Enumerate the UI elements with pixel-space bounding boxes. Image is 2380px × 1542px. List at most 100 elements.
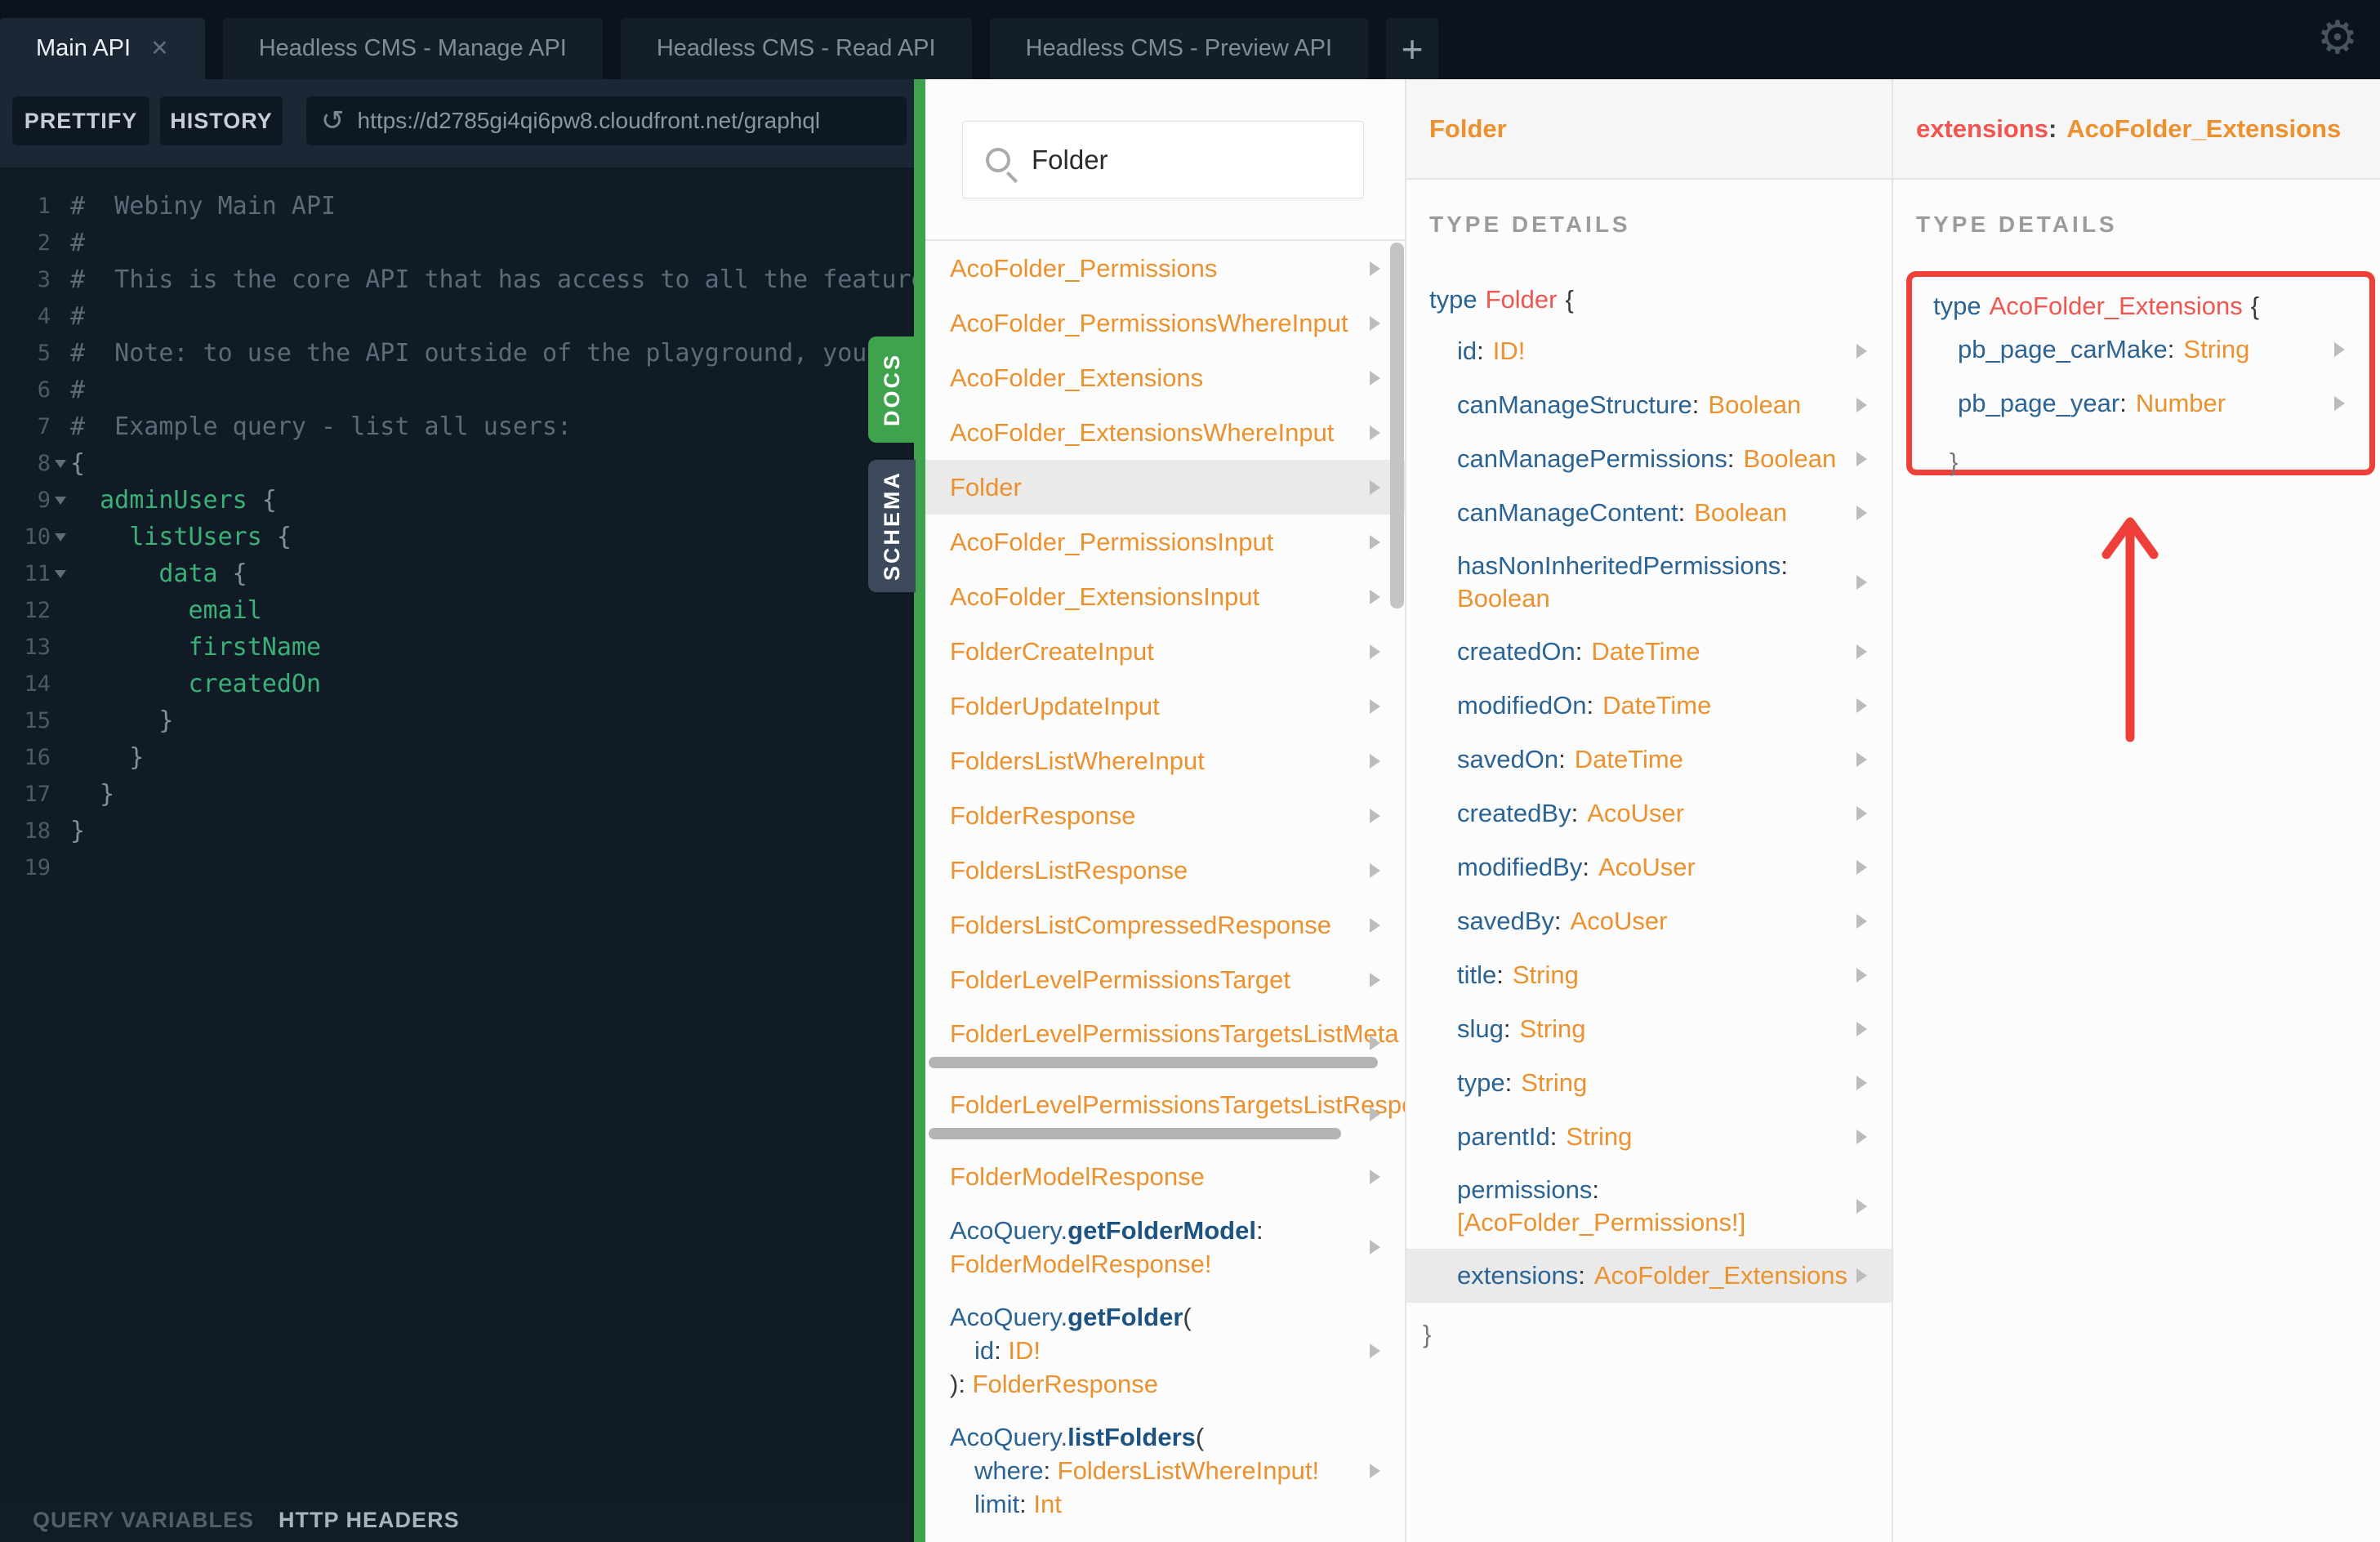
field-row[interactable]: createdBy: AcoUser: [1406, 787, 1892, 840]
bottom-bar: QUERY VARIABLES HTTP HEADERS: [0, 1499, 914, 1542]
caret-down-icon: [55, 496, 66, 505]
code-token: (: [1195, 1423, 1205, 1451]
field-row[interactable]: pb_page_carMake: String: [1912, 323, 2369, 377]
query-variables-tab[interactable]: QUERY VARIABLES: [33, 1508, 254, 1533]
close-icon[interactable]: ✕: [150, 38, 169, 60]
doc-list-item[interactable]: FoldersListResponse: [925, 843, 1405, 898]
doc-list-item[interactable]: AcoFolder_PermissionsWhereInput: [925, 296, 1405, 350]
field-row[interactable]: modifiedOn: DateTime: [1406, 679, 1892, 733]
field-row[interactable]: modifiedBy: AcoUser: [1406, 840, 1892, 894]
tab-headless-cms-read-api[interactable]: Headless CMS - Read API: [620, 18, 972, 79]
query-editor[interactable]: 1 # Webiny Main API 2 #3 # This is the core …: [0, 167, 914, 1499]
doc-list-item[interactable]: AcoQuery.getFolder(id: ID!): FolderRespo…: [925, 1290, 1405, 1411]
field-colon: :: [1727, 444, 1735, 473]
doc-list-item[interactable]: AcoFolder_ExtensionsWhereInput: [925, 405, 1405, 460]
field-row[interactable]: canManageStructure: Boolean: [1406, 378, 1892, 432]
code-token: FolderResponse: [950, 800, 1136, 830]
fold-caret-icon[interactable]: [51, 533, 70, 541]
field-row[interactable]: extensions: AcoFolder_Extensions: [1406, 1249, 1892, 1303]
field-row[interactable]: slug: String: [1406, 1002, 1892, 1056]
code-token: FoldersListWhereInput!: [1057, 1456, 1320, 1485]
gear-icon[interactable]: ⚙: [2311, 11, 2364, 64]
chevron-right-icon: [1370, 753, 1380, 769]
field-row[interactable]: hasNonInheritedPermissions: Boolean: [1406, 540, 1892, 625]
doc-list-item[interactable]: Folder: [925, 460, 1405, 515]
field-row[interactable]: canManagePermissions: Boolean: [1406, 432, 1892, 486]
chevron-right-icon: [1370, 589, 1380, 604]
code-text: # Webiny Main API: [70, 192, 336, 221]
http-headers-tab[interactable]: HTTP HEADERS: [279, 1508, 460, 1533]
chevron-right-icon: [1856, 914, 1867, 929]
fold-caret-icon[interactable]: [51, 569, 70, 578]
chevron-right-icon: [1856, 644, 1867, 659]
tab-headless-cms-preview-api[interactable]: Headless CMS - Preview API: [989, 18, 1369, 79]
field-row[interactable]: savedOn: DateTime: [1406, 733, 1892, 787]
type-details-label: TYPE DETAILS: [1916, 212, 2118, 237]
doc-list-item[interactable]: FolderLevelPermissionsTarget: [925, 952, 1405, 1007]
horizontal-scrollbar[interactable]: [929, 1057, 1378, 1068]
pane-divider[interactable]: [914, 79, 925, 1542]
field-name: canManagePermissions: [1457, 444, 1727, 473]
docs-side-tab[interactable]: DOCS: [868, 336, 916, 443]
tab-main-api[interactable]: Main API ✕: [0, 18, 205, 79]
field-row[interactable]: createdOn: DateTime: [1406, 625, 1892, 679]
field-row[interactable]: canManageContent: Boolean: [1406, 486, 1892, 540]
code-line: 13 firstName: [0, 629, 914, 666]
doc-list-item[interactable]: AcoFolder_Permissions: [925, 241, 1405, 296]
doc-list-item[interactable]: AcoFolder_Extensions: [925, 350, 1405, 405]
endpoint-url-input[interactable]: [355, 107, 879, 135]
field-type-line: Boolean: [1457, 582, 1892, 615]
field-row[interactable]: id: ID!: [1406, 324, 1892, 378]
doc-list-item[interactable]: AcoFolder_PermissionsInput: [925, 515, 1405, 569]
schema-side-tab[interactable]: SCHEMA: [868, 460, 916, 592]
docs-search-box[interactable]: [962, 121, 1364, 198]
code-line: 5 # Note: to use the API outside of the p…: [0, 335, 914, 372]
chevron-right-icon: [1856, 752, 1867, 767]
horizontal-scrollbar[interactable]: [929, 1128, 1341, 1139]
fold-caret-icon[interactable]: [51, 496, 70, 505]
doc-list-item[interactable]: FoldersListCompressedResponse: [925, 898, 1405, 952]
schema-side-tab-label: SCHEMA: [879, 470, 904, 582]
history-button[interactable]: HISTORY: [160, 96, 283, 145]
doc-list-item[interactable]: FolderCreateInput: [925, 624, 1405, 679]
docs-list-scrollbar[interactable]: [1390, 243, 1404, 608]
code-token: limit: [974, 1490, 1020, 1518]
code-token: adminUsers: [100, 486, 247, 515]
code-token: getFolderModel: [1067, 1216, 1256, 1245]
folder-field-list: id: ID! canManageStructure: Boolean canManag…: [1406, 324, 1892, 1355]
fold-caret-icon[interactable]: [51, 459, 70, 468]
doc-list-item[interactable]: FoldersListWhereInput: [925, 733, 1405, 788]
doc-list-item[interactable]: FolderResponse: [925, 788, 1405, 843]
code-token: {: [70, 449, 86, 478]
extensions-header-colon: :: [2048, 114, 2057, 143]
code-token: Folder: [950, 472, 1022, 501]
tab-row: Main API ✕ Headless CMS - Manage API Headle…: [0, 18, 1456, 79]
field-type: ID!: [1492, 336, 1526, 365]
field-row[interactable]: type: String: [1406, 1056, 1892, 1110]
prettify-button[interactable]: PRETTIFY: [12, 96, 149, 145]
field-row[interactable]: pb_page_year: Number: [1912, 377, 2369, 430]
field-row[interactable]: savedBy: AcoUser: [1406, 894, 1892, 948]
code-text: adminUsers {: [70, 486, 277, 515]
endpoint-url-bar[interactable]: ↺: [306, 96, 907, 145]
field-name-line: hasNonInheritedPermissions:: [1457, 550, 1892, 582]
doc-list-item[interactable]: FolderLevelPermissionsTargetsListRespons…: [925, 1078, 1405, 1149]
code-text: # Note: to use the API outside of the pl…: [70, 339, 867, 368]
doc-list-item[interactable]: FolderLevelPermissionsTargetsListMeta: [925, 1007, 1405, 1078]
field-colon: :: [1592, 1175, 1600, 1204]
doc-list-item[interactable]: FolderModelResponse: [925, 1149, 1405, 1204]
field-row[interactable]: parentId: String: [1406, 1110, 1892, 1164]
field-row[interactable]: title: String: [1406, 948, 1892, 1002]
doc-list-item[interactable]: FolderUpdateInput: [925, 679, 1405, 733]
code-token: {: [247, 486, 277, 515]
chevron-right-icon: [1856, 968, 1867, 983]
field-row[interactable]: permissions: [AcoFolder_Permissions!]: [1406, 1164, 1892, 1249]
doc-list-item[interactable]: AcoQuery.getFolderModel: FolderModelRespo…: [925, 1204, 1405, 1290]
line-number: 19: [24, 855, 51, 880]
field-type: String: [1521, 1068, 1588, 1097]
tab-headless-cms-manage-api[interactable]: Headless CMS - Manage API: [222, 18, 603, 79]
doc-list-item[interactable]: AcoFolder_ExtensionsInput: [925, 569, 1405, 624]
doc-list-item[interactable]: AcoQuery.listFolders(where: FoldersListW…: [925, 1411, 1405, 1531]
new-tab-button[interactable]: +: [1386, 18, 1439, 79]
docs-search-input[interactable]: [1030, 143, 1340, 176]
